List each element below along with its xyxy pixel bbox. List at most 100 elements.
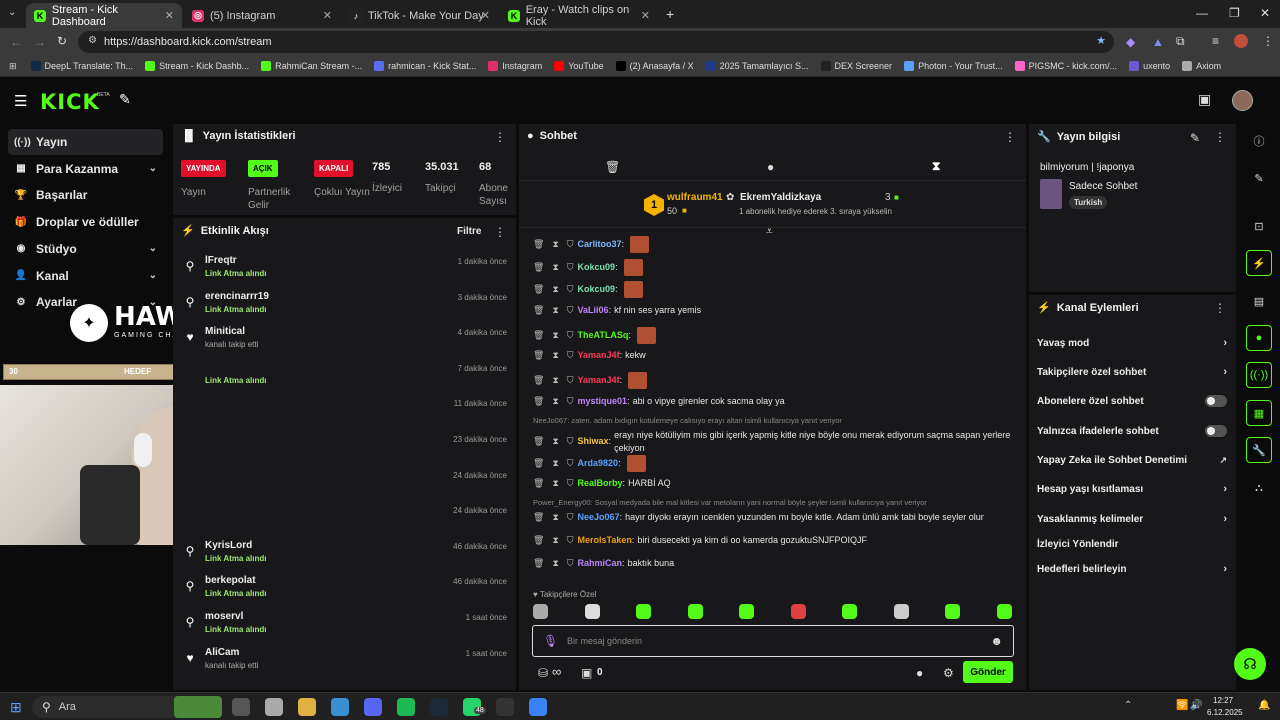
timeout-icon[interactable]: ⧗ [552,283,558,296]
chat-message[interactable]: 🗑 ⧗ ⛉ Carlitoo37: [533,236,1013,253]
chat-message[interactable]: 🗑 ⧗ ⛉ Arda9820: [533,454,1013,472]
chat-username[interactable]: RahmiCan [578,557,623,570]
bookmark-item[interactable]: YouTube [554,61,604,71]
chat-message[interactable]: 🗑 ⧗ ⛉ RahmiCan: baktık buna [533,557,1013,570]
dashboard-view-icon[interactable]: ▣ [1198,91,1211,108]
activity-item[interactable]: ⚲ KyrisLord Link Atma alındı 46 dakika önce [181,540,511,574]
chat-username[interactable]: NeeJo067 [578,511,620,524]
app-icon[interactable] [529,698,547,716]
timeout-icon[interactable]: ⧗ [552,261,558,274]
chat-commands-icon[interactable]: ● [916,666,923,680]
channel-action-row[interactable]: Yavaş mod › [1037,335,1227,351]
tab-kick-dashboard[interactable]: K Stream - Kick Dashboard ✕ [26,3,182,28]
channel-action-row[interactable]: Yapay Zeka ile Sohbet Denetimi ↗ [1037,452,1227,468]
actions-more-icon[interactable]: ⋮ [1214,301,1226,315]
chat-message[interactable]: 🗑 ⧗ ⛉ RealBorby: HARBİ AQ [533,477,1013,490]
document-icon[interactable]: ▤ [1246,288,1272,314]
bookmark-item[interactable]: PIGSMC - kick.com/... [1014,61,1117,71]
timeout-icon[interactable]: ⧗ [552,457,558,470]
hourglass-tab-icon[interactable]: ⧗ [932,159,940,174]
chat-username[interactable]: Arda9820 [578,457,619,470]
chat-message[interactable]: 🗑 ⧗ ⛉ TheATLASq: [533,326,1013,344]
gift-box-icon[interactable]: ▣ [581,666,592,680]
delete-message-icon[interactable]: 🗑 [533,534,544,547]
lightning-icon[interactable]: ⚡ [1246,250,1272,276]
bookmark-item[interactable]: (2) Anasayfa / X [615,61,694,71]
chat-message[interactable]: 🗑 ⧗ ⛉ YamanJ4f: kekw [533,349,1013,362]
channel-action-row[interactable]: Abonelere özel sohbet [1037,393,1227,409]
browser-menu-icon[interactable]: ⋮ [1262,34,1274,48]
timeout-icon[interactable]: ⧗ [552,557,558,570]
chrome-icon[interactable] [331,698,349,716]
timeout-icon[interactable]: ⧗ [552,534,558,547]
top-gifter-name[interactable]: wulfraum41 [667,192,723,203]
sidebar-item[interactable]: ((·)) Yayın [8,129,163,155]
chat-username[interactable]: TheATLASq [578,329,629,342]
task-view-icon[interactable] [232,698,250,716]
activity-item[interactable]: ♥ AliCam kanalı takip etti 1 saat önce [181,647,511,681]
chat-message[interactable]: 🗑 ⧗ ⛉ YamanJ4f: [533,372,1013,389]
delete-message-icon[interactable]: 🗑 [533,435,544,448]
filter-button[interactable]: Filtre [457,226,481,237]
chat-username[interactable]: YamanJ4f [578,374,620,387]
delete-message-icon[interactable]: 🗑 [533,283,544,296]
delete-message-icon[interactable]: 🗑 [533,349,544,362]
spotify-icon[interactable] [397,698,415,716]
pencil-icon[interactable]: ✎ [1246,165,1272,191]
bookmark-item[interactable]: 2025 Tamamlayıcı S... [705,61,809,71]
bookmark-item[interactable]: rahmican - Kick Stat... [374,61,476,71]
activity-item[interactable]: 11 dakika önce [181,397,511,431]
quick-emote-icon[interactable] [945,604,960,619]
chat-username[interactable]: Kokcu09 [578,283,616,296]
media-icon[interactable]: ≡ [1212,34,1219,48]
extensions-puzzle-icon[interactable]: ⧉ [1176,34,1185,49]
profile-avatar-icon[interactable] [1234,34,1248,48]
second-gifter-name[interactable]: EkremYaldizkaya [740,192,821,203]
channel-action-row[interactable]: Yasaklanmış kelimeler › [1037,511,1227,527]
timeout-icon[interactable]: ⧗ [552,435,558,448]
creator-tools-icon[interactable]: ✎ [119,91,131,108]
delete-message-icon[interactable]: 🗑 [533,457,544,470]
channel-action-row[interactable]: Hedefleri belirleyin › [1037,561,1227,577]
channel-action-row[interactable]: Takipçilere özel sohbet › [1037,364,1227,380]
user-avatar[interactable] [1232,90,1253,111]
activity-item[interactable]: ⚲ lFreqtr Link Atma alındı 1 dakika önce [181,255,511,289]
close-tab-icon[interactable]: ✕ [481,9,490,22]
timeout-icon[interactable]: ⧗ [552,329,558,342]
emoji-picker-icon[interactable]: ☻ [990,634,1003,648]
tab-search-icon[interactable]: ⌄ [8,7,16,18]
send-button[interactable]: Gönder [963,661,1013,683]
channel-action-row[interactable]: İzleyici Yönlendir [1037,536,1227,552]
chat-message[interactable]: 🗑 ⧗ ⛉ NeeJo067: hayır diyokı erayın ıcenklen… [533,511,1013,524]
capture-icon[interactable]: ⊡ [1246,213,1272,239]
timeout-icon[interactable]: ⧗ [552,395,558,408]
delete-message-icon[interactable]: 🗑 [533,238,544,251]
chat-icon[interactable]: ● [1246,325,1272,351]
obs-icon[interactable] [496,698,514,716]
delete-message-icon[interactable]: 🗑 [533,374,544,387]
tab-eray-clips[interactable]: K Eray - Watch clips on Kick ✕ [500,3,658,28]
stats-more-icon[interactable]: ⋮ [494,130,506,144]
delete-message-icon[interactable]: 🗑 [533,329,544,342]
close-tab-icon[interactable]: ✕ [641,9,650,22]
edit-pencil-icon[interactable]: ✎ [1190,131,1200,145]
delete-message-icon[interactable]: 🗑 [533,395,544,408]
activity-item[interactable]: Link Atma alındı 7 dakika önce [181,362,511,396]
quick-emote-icon[interactable] [533,604,548,619]
extension-icon[interactable]: ▲ [1152,35,1164,49]
chat-username[interactable]: VaLii06 [578,304,609,317]
timeout-icon[interactable]: ⧗ [552,238,558,251]
timeout-icon[interactable]: ⧗ [552,477,558,490]
bookmark-item[interactable]: uxento [1129,61,1170,71]
chat-username[interactable]: YamanJ4f [578,349,620,362]
quick-emote-icon[interactable] [636,604,651,619]
delete-message-icon[interactable]: 🗑 [533,511,544,524]
activity-item[interactable]: 24 dakika önce [181,469,511,503]
timeout-icon[interactable]: ⧗ [552,304,558,317]
reload-icon[interactable]: ↻ [57,34,67,48]
clock-time[interactable]: 12:27 [1213,696,1233,705]
bookmark-item[interactable]: Axiom [1182,61,1221,71]
clock-date[interactable]: 6.12.2025 [1207,708,1243,717]
tab-instagram[interactable]: ◎ (5) Instagram ✕ [184,3,340,28]
chat-input-box[interactable]: 🎙 Bir mesaj gönderin ☻ [532,625,1014,657]
